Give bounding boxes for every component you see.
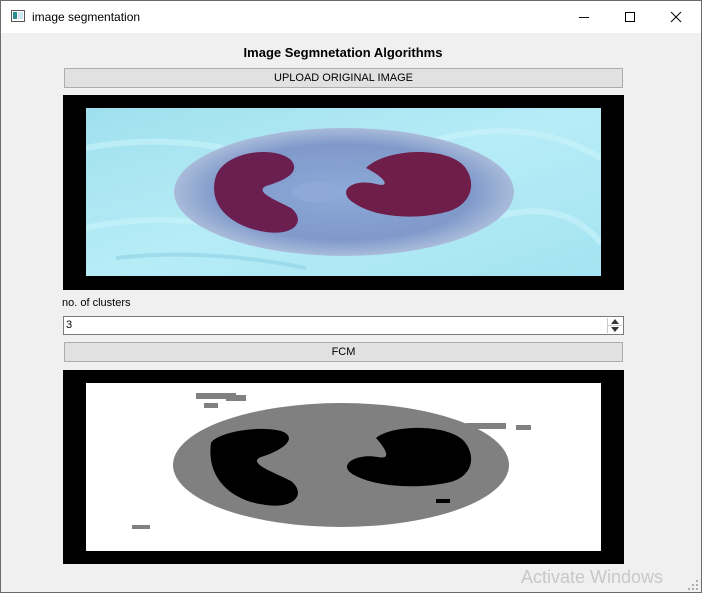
spin-down-button[interactable] [608, 326, 622, 333]
spin-up-button[interactable] [608, 318, 622, 326]
maximize-button[interactable] [607, 1, 653, 33]
clusters-label: no. of clusters [62, 297, 131, 309]
minimize-icon [579, 17, 589, 18]
page-title: Image Segmnetation Algorithms [243, 45, 443, 60]
original-image-panel [63, 95, 624, 290]
segmented-cell-image [86, 383, 601, 551]
chevron-down-icon [611, 327, 619, 332]
close-icon [670, 11, 682, 23]
clusters-value[interactable]: 3 [66, 319, 72, 331]
clusters-spinbox[interactable]: 3 [63, 316, 624, 335]
resize-grip-icon[interactable] [687, 579, 699, 591]
activate-windows-watermark: Activate Windows [521, 567, 664, 587]
app-window: image segmentation Image Segmnetation Al… [0, 0, 702, 593]
fcm-button[interactable]: FCM [64, 342, 623, 362]
close-button[interactable] [653, 1, 699, 33]
original-cell-image [86, 108, 601, 276]
title-bar[interactable]: image segmentation [1, 1, 701, 33]
window-title: image segmentation [32, 10, 141, 24]
segmented-image-panel [63, 370, 624, 564]
maximize-icon [625, 12, 635, 22]
chevron-up-icon [611, 319, 619, 324]
upload-original-image-button[interactable]: UPLOAD ORIGINAL IMAGE [64, 68, 623, 88]
spinbox-arrows [607, 318, 622, 333]
app-window-icon [11, 10, 25, 22]
minimize-button[interactable] [561, 1, 607, 33]
